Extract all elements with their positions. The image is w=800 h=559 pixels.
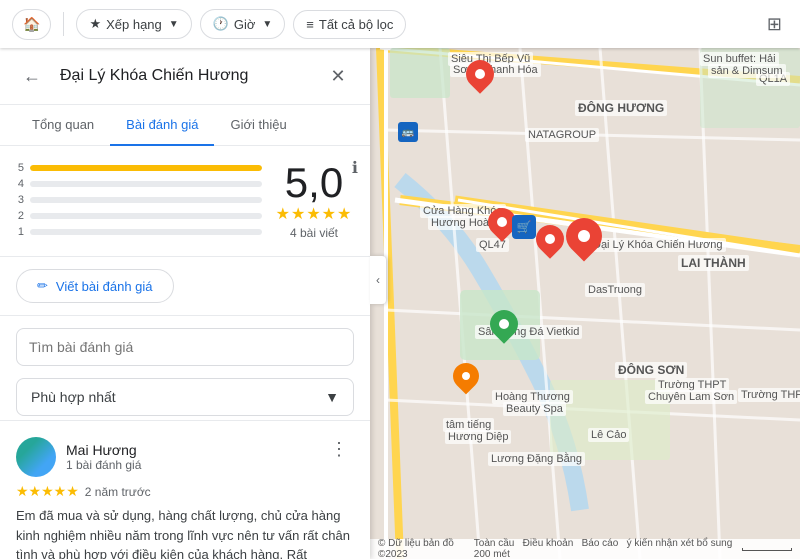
rating-stars: ★★★★★	[276, 204, 353, 224]
search-input[interactable]	[16, 328, 354, 366]
grid-icon: ⊞	[767, 14, 782, 34]
map-label-beauty-spa: Beauty Spa	[503, 402, 566, 416]
write-review-label: Viết bài đánh giá	[56, 279, 153, 294]
map-label-ql47: QL47	[476, 238, 509, 252]
map-label-tam-tieng: tâm tiếng	[443, 418, 494, 432]
reviewer-meta: 1 bài đánh giá	[66, 458, 141, 472]
write-review-button[interactable]: ✏ Viết bài đánh giá	[16, 269, 174, 303]
review-text: Em đã mua và sử dụng, hàng chất lượng, c…	[16, 506, 354, 559]
map-collapse-button[interactable]: ‹	[370, 256, 386, 304]
write-review-section: ✏ Viết bài đánh giá	[0, 257, 370, 316]
rating-row-4: 4	[16, 178, 262, 190]
chevron-down-icon: ▼	[169, 19, 179, 30]
info-icon[interactable]: ℹ	[352, 158, 358, 178]
map-label-ql1a: QL1A	[756, 72, 790, 86]
sort-dropdown-chevron: ▼	[325, 389, 339, 405]
bottom-bar: © Dữ liệu bản đồ ©2023 Toàn cầu Điều kho…	[370, 539, 800, 559]
time-button[interactable]: 🕐 Giờ ▼	[200, 9, 286, 39]
toolbar: 🏠 ★ Xếp hạng ▼ 🕐 Giờ ▼ ≡ Tất cả bộ lọc ⊞	[0, 0, 800, 48]
map-pin-sieu-thi[interactable]	[466, 60, 494, 88]
map-label-lam-son: Chuyên Lam Sơn	[645, 390, 737, 404]
more-options-button[interactable]: ⋮	[324, 437, 354, 462]
avatar	[16, 437, 56, 477]
rating-section: 5 4 3 2	[0, 146, 370, 257]
panel-tabs: Tổng quan Bài đánh giá Giới thiệu	[0, 105, 370, 146]
review-time: 2 năm trước	[85, 485, 151, 499]
tab-overview[interactable]: Tổng quan	[16, 105, 110, 146]
grid-button[interactable]: ⊞	[761, 8, 788, 41]
side-panel: ← Đại Lý Khóa Chiến Hương ✕ Tổng quan Bà…	[0, 48, 370, 559]
reviewer-info: Mai Hương 1 bài đánh giá	[16, 437, 141, 477]
map-label-truong-thpt: Trường THPT	[655, 378, 729, 392]
map-label-natagroup: NATAGROUP	[525, 128, 599, 142]
review-star-icons: ★★★★★	[16, 483, 79, 500]
close-button[interactable]: ✕	[322, 60, 354, 92]
home-button[interactable]: 🏠	[12, 9, 51, 40]
rating-bars: 5 4 3 2	[16, 162, 262, 238]
map-label-huong-diep: Hương Diệp	[445, 430, 511, 444]
reviewer-details: Mai Hương 1 bài đánh giá	[66, 442, 141, 472]
map-pin-nearby-1[interactable]	[536, 225, 564, 253]
filter-icon: ≡	[306, 17, 314, 32]
search-reviews-section: Phù hợp nhất ▼	[0, 316, 370, 416]
search-wrapper	[16, 328, 354, 366]
review-stars-row: ★★★★★ 2 năm trước	[16, 483, 354, 500]
review-count: 4 bài viết	[290, 226, 338, 240]
bar-fill-5	[30, 165, 262, 171]
map-label-dong-huong: ĐÔNG HƯƠNG	[575, 100, 667, 116]
close-icon: ✕	[330, 66, 345, 87]
tab-about[interactable]: Giới thiệu	[214, 105, 302, 146]
bar-track-1	[30, 229, 262, 235]
sort-dropdown-label: Phù hợp nhất	[31, 389, 116, 405]
map-pin-dai-ly-main[interactable]	[566, 218, 602, 254]
map-pin-san-bong[interactable]	[490, 310, 518, 338]
pencil-icon: ✏	[37, 278, 48, 294]
map-label-hoang-thuong: Hoàng Thương	[492, 390, 573, 404]
bar-track-2	[30, 213, 262, 219]
map-links: Toàn cầu Điều khoản Báo cáo ý kiến nhận …	[474, 538, 742, 559]
separator-1	[63, 12, 64, 36]
review-header: Mai Hương 1 bài đánh giá ⋮	[16, 437, 354, 477]
map-label-truong-thpt-2: Trường THPT	[738, 388, 800, 402]
review-item: Mai Hương 1 bài đánh giá ⋮ ★★★★★ 2 năm t…	[0, 420, 370, 559]
map-label-dong-son: ĐÔNG SƠN	[615, 362, 687, 378]
map-label-lai-thanh: LAI THÀNH	[678, 255, 749, 271]
map-label-dai-ly: Đại Lý Khóa Chiến Hương	[590, 238, 726, 252]
clock-icon: 🕐	[213, 16, 229, 32]
map-label-luong-dang: Lương Đặng Bằng	[488, 452, 585, 466]
bar-track-4	[30, 181, 262, 187]
rating-row-2: 2	[16, 210, 262, 222]
map-label-le-cao: Lê Cảo	[588, 428, 629, 442]
back-button[interactable]: ←	[16, 60, 48, 92]
map-attribution: © Dữ liệu bản đồ ©2023	[378, 538, 474, 559]
filter-label: Tất cả bộ lọc	[319, 17, 393, 32]
chevron-down-icon-2: ▼	[262, 19, 272, 30]
tab-reviews[interactable]: Bài đánh giá	[110, 105, 214, 146]
map-pin-shop[interactable]: 🛒	[512, 215, 536, 239]
bar-track-5	[30, 165, 262, 171]
map-label-das-truong: DasTruong	[585, 283, 645, 297]
sort-label: Xếp hạng	[106, 17, 162, 32]
map-label-sieu-thi-2: Sơn - Thanh Hóa	[450, 63, 541, 77]
rating-row-3: 3	[16, 194, 262, 206]
reviewer-name: Mai Hương	[66, 442, 141, 458]
rating-summary: 5,0 ★★★★★ 4 bài viết	[274, 162, 354, 240]
panel-title: Đại Lý Khóa Chiến Hương	[60, 67, 310, 85]
time-label: Giờ	[234, 17, 256, 32]
star-icon: ★	[89, 16, 101, 32]
map-pin-bus[interactable]: 🚌	[398, 122, 418, 142]
back-icon: ←	[23, 66, 41, 87]
panel-header: ← Đại Lý Khóa Chiến Hương ✕	[0, 48, 370, 105]
sort-button[interactable]: ★ Xếp hạng ▼	[76, 9, 191, 39]
rating-row-1: 1	[16, 226, 262, 238]
rating-row-5: 5	[16, 162, 262, 174]
sort-dropdown[interactable]: Phù hợp nhất ▼	[16, 378, 354, 416]
rating-score: 5,0	[285, 162, 343, 204]
map-label-sun-buffet: Sun buffet: Hải	[700, 52, 779, 66]
scale-bar	[742, 548, 792, 551]
filter-button[interactable]: ≡ Tất cả bộ lọc	[293, 10, 406, 39]
bar-track-3	[30, 197, 262, 203]
map-pin-restaurant[interactable]	[453, 363, 479, 389]
map-label-sun-buffet-2: sản & Dimsum	[708, 64, 786, 78]
